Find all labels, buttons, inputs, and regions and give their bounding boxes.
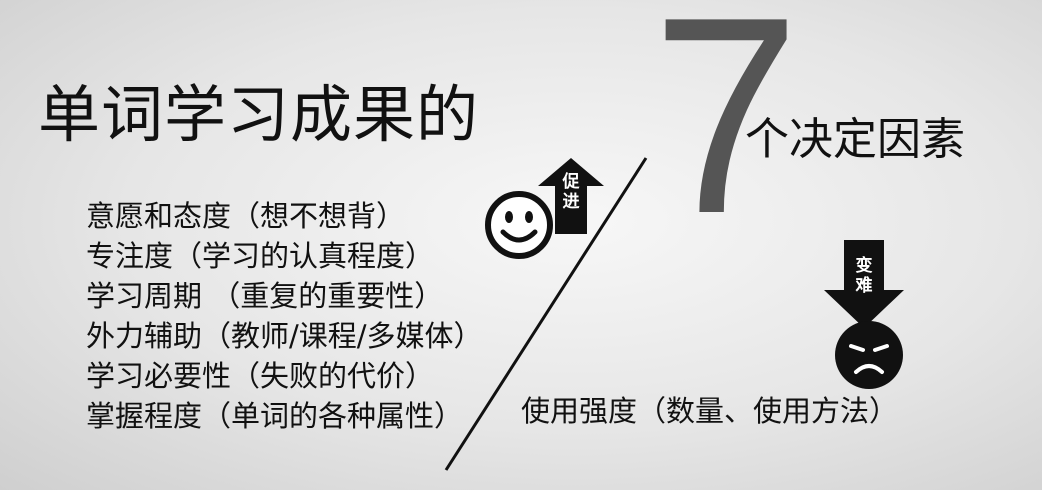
sad-face-icon — [835, 321, 903, 389]
factor-item: 意愿和态度（想不想背） — [86, 199, 406, 233]
promote-label: 促进 — [562, 172, 580, 212]
title-left: 单词学习成果的 — [38, 78, 480, 151]
factor-item: 专注度（学习的认真程度） — [86, 239, 435, 273]
slide: 单词学习成果的 7 个决定因素 意愿和态度（想不想背） 专注度（学习的认真程度）… — [0, 0, 1042, 490]
factor-item: 掌握程度（单词的各种属性） — [86, 399, 464, 433]
factor-item: 学习必要性（失败的代价） — [86, 359, 435, 393]
factor-item-right: 使用强度（数量、使用方法） — [521, 394, 899, 428]
factor-item: 外力辅助（教师/课程/多媒体） — [86, 319, 483, 353]
title-right: 个决定因素 — [745, 114, 965, 165]
factor-list-left: 意愿和态度（想不想背） 专注度（学习的认真程度） 学习周期 （重复的重要性） 外… — [86, 196, 483, 436]
factor-item: 学习周期 （重复的重要性） — [86, 279, 444, 313]
harder-label: 变难 — [855, 256, 873, 296]
